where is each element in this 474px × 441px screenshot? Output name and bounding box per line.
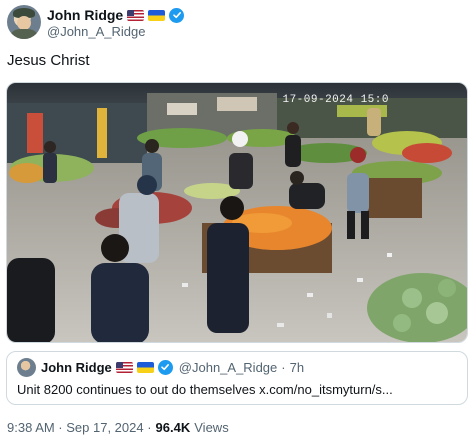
views-label: Views [194,420,229,435]
quoted-time: 7h [289,359,305,375]
author-handle[interactable]: @John_A_Ridge [47,24,145,39]
author-name[interactable]: John Ridge [47,7,123,23]
tweet-media-image[interactable]: 17-09-2024 15:0 [6,82,468,343]
quoted-author-row: John Ridge @John_A_Ridge · 7h [41,359,304,375]
verified-badge-icon [157,359,173,375]
market-cctv-scene [7,83,467,342]
author-name-row: John Ridge [47,6,185,24]
ukraine-flag-icon [148,9,166,21]
profile-avatar[interactable] [7,5,41,39]
us-flag-icon [127,9,145,21]
quoted-tweet[interactable]: John Ridge @John_A_Ridge · 7h Unit 8200 … [6,351,468,405]
quoted-author-handle: @John_A_Ridge [178,359,278,375]
quoted-author-name: John Ridge [41,359,112,375]
ukraine-flag-icon [136,361,154,373]
verified-badge-icon[interactable] [169,7,185,23]
tweet-timestamp[interactable]: 9:38 AM · Sep 17, 2024 · [7,420,152,435]
camera-timestamp: 17-09-2024 15:0 [282,94,389,106]
tweet-footer: 9:38 AM · Sep 17, 2024 · 96.4K Views [7,420,229,435]
quoted-text: Unit 8200 continues to out do themselves… [17,382,393,397]
tweet-header: John Ridge @John_A_Ridge [5,3,469,43]
separator-dot: · [281,359,286,375]
quoted-avatar[interactable] [17,358,36,377]
views-count: 96.4K [155,420,191,435]
tweet-text: Jesus Christ [7,52,90,69]
us-flag-icon [115,361,133,373]
